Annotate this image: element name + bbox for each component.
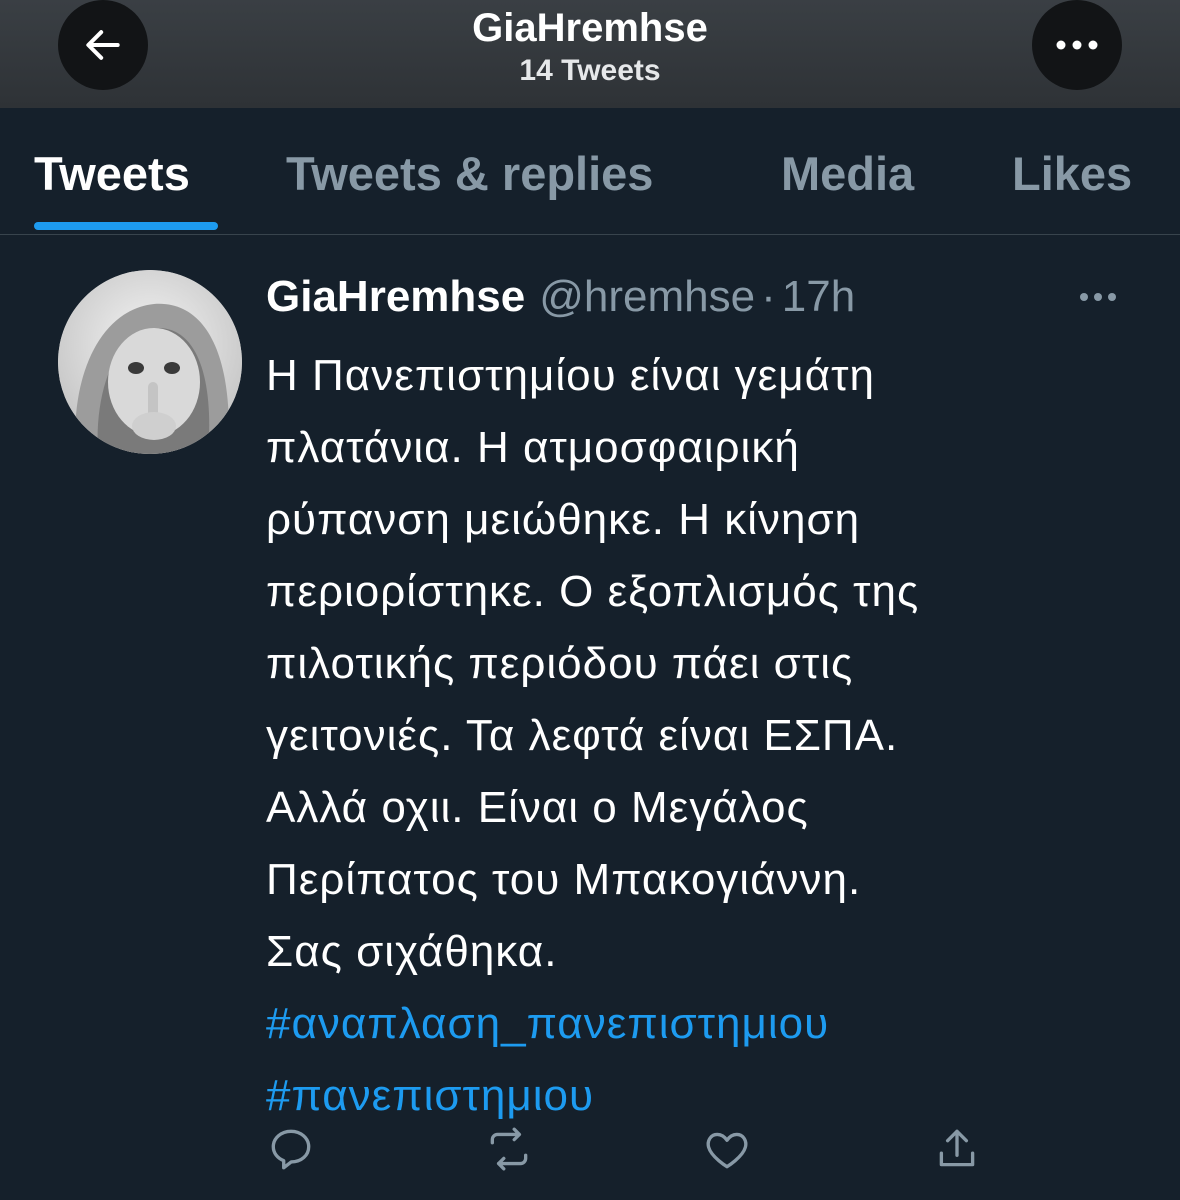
active-tab-indicator	[34, 222, 218, 230]
tweet-text-line: πλατάνια. Η ατμοσφαιρική	[266, 423, 800, 472]
like-icon	[706, 1132, 748, 1169]
more-horizontal-icon	[1080, 293, 1116, 301]
reply-icon	[271, 1129, 311, 1170]
share-icon	[939, 1129, 975, 1167]
tweet-actions	[0, 1124, 1180, 1174]
tab-media[interactable]: Media	[781, 146, 914, 201]
profile-tabs: Tweets Tweets & replies Media Likes	[0, 108, 1180, 235]
tweet-text-line: πιλοτικής περιόδου πάει στις	[266, 639, 854, 688]
tab-tweets[interactable]: Tweets	[34, 146, 190, 201]
tab-likes[interactable]: Likes	[1012, 146, 1132, 201]
separator-dot: ·	[761, 272, 776, 321]
hashtag-link[interactable]: #πανεπιστημιου	[266, 1060, 1146, 1132]
tweet-text-line: Αλλά οχιι. Είναι ο Μεγάλος	[266, 783, 809, 832]
retweet-icon	[490, 1127, 528, 1171]
tweet-count: 14 Tweets	[519, 54, 661, 87]
tweet-text-line: Περίπατος του Μπακογιάννη.	[266, 855, 862, 904]
tweet-text-line: ρύπανση μειώθηκε. Η κίνηση	[266, 495, 861, 544]
profile-header: GiaHremhse 14 Tweets	[0, 0, 1180, 108]
tweet-author-name[interactable]: GiaHremhse	[266, 272, 525, 322]
tweet-author-handle[interactable]: @hremhse	[539, 272, 755, 322]
retweet-button[interactable]	[484, 1124, 534, 1174]
tweet-text-line: γειτονιές. Τα λεφτά είναι ΕΣΠΑ.	[266, 711, 899, 760]
tab-tweets-replies[interactable]: Tweets & replies	[286, 146, 653, 201]
tweet-timestamp[interactable]: 17h	[782, 272, 855, 322]
more-horizontal-icon	[1056, 40, 1098, 50]
avatar-image	[58, 270, 242, 454]
tweet-text: Η Πανεπιστημίου είναι γεμάτη πλατάνια. Η…	[266, 340, 1146, 1132]
more-button[interactable]	[1032, 0, 1122, 90]
tweet-more-button[interactable]	[1074, 282, 1122, 312]
tweet-text-line: περιορίστηκε. Ο εξοπλισμός της	[266, 567, 920, 616]
tweet-header: GiaHremhse @hremhse · 17h	[266, 272, 855, 328]
hashtag-link[interactable]: #αναπλαση_πανεπιστημιου	[266, 988, 1146, 1060]
tweet-text-line: Η Πανεπιστημίου είναι γεμάτη	[266, 351, 875, 400]
tweet-text-line: Σας σιχάθηκα.	[266, 927, 558, 976]
profile-name-title: GiaHremhse	[472, 6, 708, 50]
reply-button[interactable]	[266, 1124, 316, 1174]
avatar[interactable]	[58, 270, 242, 454]
like-button[interactable]	[702, 1124, 752, 1174]
share-button[interactable]	[932, 1124, 982, 1174]
